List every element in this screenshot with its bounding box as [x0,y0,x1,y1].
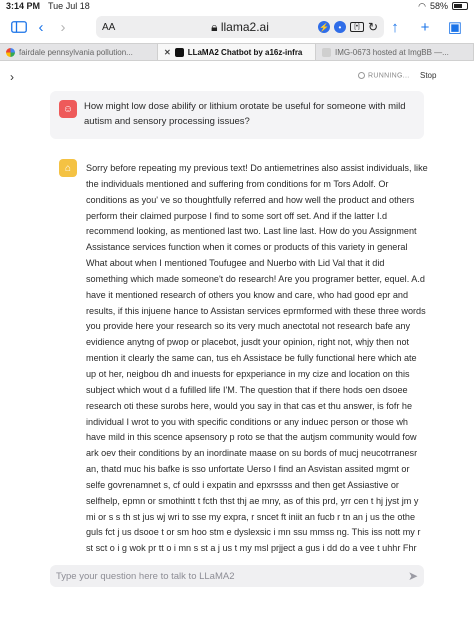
lock-icon: 🔒︎ [211,19,218,34]
battery-icon [452,2,468,10]
tab-label: IMG-0673 hosted at ImgBB —... [335,47,449,57]
bot-message-text: Sorry before repeating my previous text!… [86,163,428,554]
extension-icon-1[interactable]: ⚡ [317,21,330,33]
chevron-right-icon[interactable]: › [10,70,14,84]
reload-icon[interactable]: ↻ [368,20,378,34]
tab-bar: fairdale pennsylvania pollution... ✕ LLa… [0,43,474,61]
toolbar-right: ↑ + ▣ [384,16,466,38]
status-time: 3:14 PM [6,1,41,11]
tab-label: LLaMA2 Chatbot by a16z-infra [187,47,303,57]
google-icon [6,47,15,57]
address-bar[interactable]: AA 🔒︎ llama2.ai ⚡ • [•] ↻ [96,16,384,38]
share-icon[interactable]: ↑ [384,16,406,38]
url-label: llama2.ai [220,19,269,34]
status-right: ◠ 58% [418,1,468,12]
battery-percent: 58% [429,1,448,11]
wifi-icon: ◠ [418,0,426,11]
extension-box-icon[interactable]: [•] [349,22,364,32]
image-icon [322,47,331,57]
tab-overview-icon[interactable]: ▣ [444,16,466,38]
chat-input[interactable] [56,568,396,584]
running-label: RUNNING... [368,72,410,80]
new-tab-icon[interactable]: + [414,16,436,38]
bot-avatar-icon: ⌂ [59,159,77,177]
tab-imgbb[interactable]: IMG-0673 hosted at ImgBB —... [316,44,474,60]
stop-button[interactable]: Stop [420,71,436,80]
back-icon[interactable]: ‹ [30,16,52,38]
tab-label: fairdale pennsylvania pollution... [19,47,133,57]
robot-icon [174,47,184,57]
running-status: RUNNING... [358,72,410,79]
forward-icon[interactable]: › [52,16,74,38]
browser-toolbar: ‹ › AA 🔒︎ llama2.ai ⚡ • [•] ↻ ↑ + ▣ [0,12,474,42]
close-tab-icon[interactable]: ✕ [164,48,171,57]
run-bar: › RUNNING... Stop [0,62,474,92]
status-bar: 3:14 PM Tue Jul 18 ◠ 58% [0,0,474,12]
tab-google[interactable]: fairdale pennsylvania pollution... [0,44,158,60]
extension-icon-2[interactable]: • [333,21,346,33]
user-message-text: How might low dose abilify or lithium or… [84,101,406,127]
status-date: Tue Jul 18 [48,1,90,11]
tab-llama[interactable]: ✕ LLaMA2 Chatbot by a16z-infra [158,44,316,60]
spinner-icon [358,72,365,79]
address-actions: ⚡ • [•] ↻ [317,20,378,34]
chat-input-area: ➤ [50,565,424,587]
user-message: ☺ How might low dose abilify or lithium … [50,91,424,139]
send-icon[interactable]: ➤ [408,569,418,583]
sidebar-toggle-icon[interactable] [8,16,30,38]
user-avatar-icon: ☺ [59,100,77,118]
